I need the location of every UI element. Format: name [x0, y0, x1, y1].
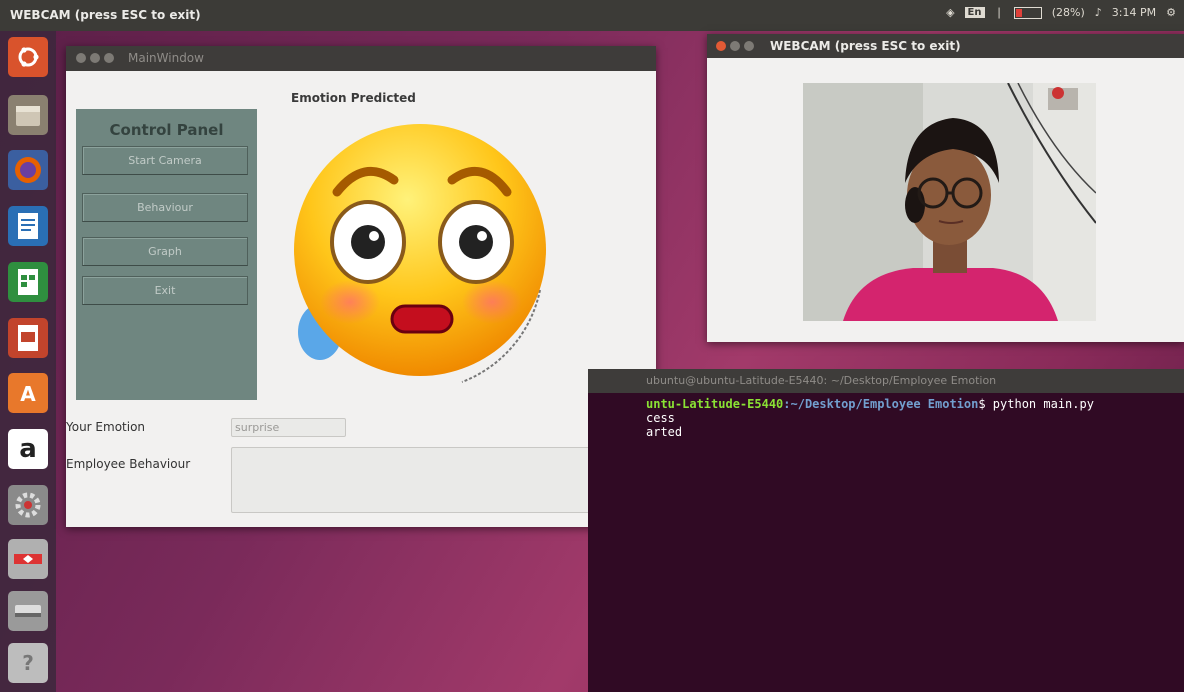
help-icon[interactable]: ? — [8, 643, 48, 683]
employee-behaviour-label: Employee Behaviour — [66, 457, 191, 471]
emotion-predicted-label: Emotion Predicted — [291, 91, 416, 105]
active-window-title: WEBCAM (press ESC to exit) — [10, 8, 201, 22]
webcam-window: WEBCAM (press ESC to exit) — [707, 34, 1184, 342]
main-window-titlebar[interactable]: MainWindow — [66, 46, 656, 71]
system-tray: ◈ En ❘ (28%) ♪ 3:14 PM ⚙ — [946, 6, 1176, 19]
maximize-icon[interactable] — [104, 53, 114, 63]
terminal-line: arted — [646, 425, 683, 439]
terminal-prompt-path: :~/Desktop/Employee Emotion — [783, 397, 979, 411]
close-icon[interactable] — [76, 53, 86, 63]
power-gear-icon[interactable]: ⚙ — [1166, 6, 1176, 19]
bluetooth-icon[interactable]: ❘ — [995, 6, 1004, 19]
terminal-command: $ python main.py — [978, 397, 1094, 411]
clock[interactable]: 3:14 PM — [1112, 6, 1156, 19]
software-center-icon[interactable]: A — [8, 373, 48, 413]
writer-icon[interactable] — [8, 206, 48, 246]
ubuntu-dash-icon[interactable] — [8, 37, 48, 77]
maximize-icon[interactable] — [744, 41, 754, 51]
employee-behaviour-field[interactable] — [231, 447, 629, 513]
close-icon[interactable] — [716, 41, 726, 51]
drive-icon[interactable] — [8, 591, 48, 631]
minimize-icon[interactable] — [90, 53, 100, 63]
impress-icon[interactable] — [8, 318, 48, 358]
battery-icon[interactable] — [1013, 6, 1042, 19]
exit-button[interactable]: Exit — [82, 276, 248, 305]
calc-icon[interactable] — [8, 262, 48, 302]
terminal-line: cess — [646, 411, 675, 425]
battery-percent[interactable]: (28%) — [1052, 6, 1085, 19]
terminal-window[interactable]: ubuntu@ubuntu-Latitude-E5440: ~/Desktop/… — [588, 369, 1184, 692]
webcam-titlebar[interactable]: WEBCAM (press ESC to exit) — [707, 34, 1184, 58]
svg-text:A: A — [20, 382, 36, 406]
terminal-prompt-user: untu-Latitude-E5440 — [646, 397, 784, 411]
surprised-emoji-icon — [292, 110, 557, 396]
control-panel: Control Panel Start Camera Behaviour Gra… — [76, 109, 257, 400]
main-window-title: MainWindow — [128, 51, 204, 65]
your-emotion-label: Your Emotion — [66, 420, 146, 434]
terminal-output[interactable]: untu-Latitude-E5440:~/Desktop/Employee E… — [588, 393, 1184, 439]
webcam-feed — [803, 82, 1097, 321]
your-emotion-field[interactable]: surprise — [231, 418, 346, 437]
amazon-icon[interactable]: a — [8, 429, 48, 469]
app-icon[interactable] — [8, 539, 48, 579]
minimize-icon[interactable] — [730, 41, 740, 51]
behaviour-button[interactable]: Behaviour — [82, 193, 248, 222]
top-panel: WEBCAM (press ESC to exit) ◈ En ❘ (28%) … — [0, 0, 1184, 31]
files-icon[interactable] — [8, 95, 48, 135]
volume-icon[interactable]: ♪ — [1095, 6, 1102, 19]
main-window: MainWindow Control Panel Start Camera Be… — [66, 46, 656, 527]
control-panel-title: Control Panel — [109, 121, 224, 139]
launcher: A a ? — [0, 31, 56, 692]
wifi-icon[interactable]: ◈ — [946, 6, 954, 19]
keyboard-layout-indicator[interactable]: En — [964, 7, 985, 18]
graph-button[interactable]: Graph — [82, 237, 248, 266]
firefox-icon[interactable] — [8, 150, 48, 190]
webcam-window-title: WEBCAM (press ESC to exit) — [770, 39, 961, 53]
start-camera-button[interactable]: Start Camera — [82, 146, 248, 175]
terminal-title[interactable]: ubuntu@ubuntu-Latitude-E5440: ~/Desktop/… — [588, 369, 1184, 393]
settings-icon[interactable] — [8, 485, 48, 525]
